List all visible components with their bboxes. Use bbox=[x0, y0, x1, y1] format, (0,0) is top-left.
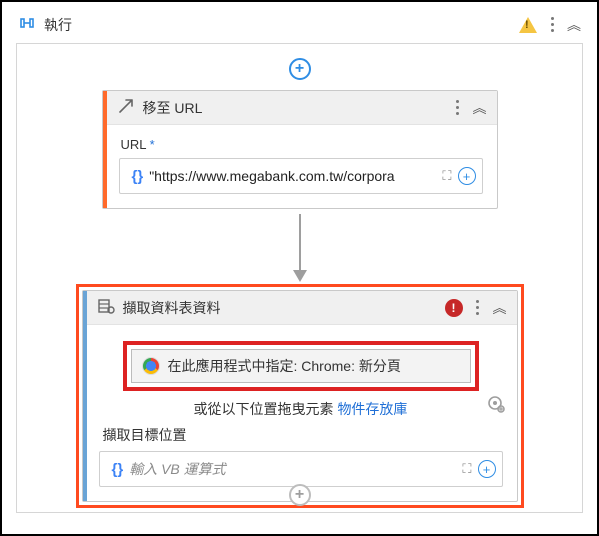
activity-collapse-icon[interactable]: ︽ bbox=[493, 298, 507, 318]
activity-extract-highlight: 擷取資料表資料 ! ︽ 在此應用程式中指定: Chrome: 新分頁 或從以下位… bbox=[76, 284, 524, 508]
drag-hint: 或從以下位置拖曳元素 物件存放庫 bbox=[99, 399, 503, 419]
indicate-target-button[interactable]: 在此應用程式中指定: Chrome: 新分頁 bbox=[131, 349, 471, 383]
extract-table-icon bbox=[97, 297, 115, 318]
indicate-target-highlight: 在此應用程式中指定: Chrome: 新分頁 bbox=[123, 341, 479, 391]
add-activity-top-button[interactable]: + bbox=[289, 58, 311, 80]
collapse-icon[interactable]: ︽ bbox=[567, 15, 581, 35]
activity-body: 在此應用程式中指定: Chrome: 新分頁 或從以下位置拖曳元素 物件存放庫 bbox=[83, 325, 517, 501]
url-field-label: URL * bbox=[121, 137, 483, 152]
extract-target-input[interactable]: {} 輸入 VB 運算式 ⛶ + bbox=[99, 451, 503, 487]
url-value: "https://www.megabank.com.tw/corpora bbox=[149, 168, 436, 184]
extract-target-label: 擷取目標位置 bbox=[103, 425, 503, 445]
braces-icon: {} bbox=[126, 168, 150, 185]
more-menu-icon[interactable] bbox=[545, 17, 559, 32]
activity-header: 擷取資料表資料 ! ︽ bbox=[83, 291, 517, 325]
expand-editor-icon[interactable]: ⛶ bbox=[436, 168, 457, 184]
advanced-editor-icon[interactable]: + bbox=[458, 167, 476, 185]
flow-arrow bbox=[299, 214, 301, 270]
activity-collapse-icon[interactable]: ︽ bbox=[473, 98, 487, 118]
activity-go-to-url[interactable]: 移至 URL ︽ URL * {} "https://www.megabank.… bbox=[102, 90, 498, 209]
target-settings-icon[interactable] bbox=[485, 393, 507, 415]
activity-body: URL * {} "https://www.megabank.com.tw/co… bbox=[103, 125, 497, 208]
chrome-icon bbox=[142, 357, 160, 375]
activity-menu-icon[interactable] bbox=[471, 300, 485, 315]
advanced-editor-icon[interactable]: + bbox=[478, 460, 496, 478]
workflow-panel: 執行 ︽ + 移至 URL ︽ URL * bbox=[0, 0, 599, 536]
go-to-url-icon bbox=[117, 97, 135, 118]
extract-target-placeholder: 輸入 VB 運算式 bbox=[129, 459, 456, 479]
object-repo-link[interactable]: 物件存放庫 bbox=[337, 401, 407, 417]
error-badge-icon[interactable]: ! bbox=[445, 299, 463, 317]
activity-header: 移至 URL ︽ bbox=[103, 91, 497, 125]
activity-extract-table[interactable]: 擷取資料表資料 ! ︽ 在此應用程式中指定: Chrome: 新分頁 或從以下位… bbox=[82, 290, 518, 502]
designer-canvas[interactable]: + 移至 URL ︽ URL * {} "ht bbox=[16, 43, 583, 513]
add-activity-bottom-button[interactable]: + bbox=[289, 484, 311, 506]
flow-arrow-head bbox=[293, 270, 307, 282]
warning-icon[interactable] bbox=[519, 17, 537, 33]
activity-title: 移至 URL bbox=[143, 98, 443, 118]
braces-icon: {} bbox=[106, 461, 130, 478]
sequence-icon bbox=[18, 14, 36, 35]
indicate-target-text: 在此應用程式中指定: Chrome: 新分頁 bbox=[168, 356, 401, 376]
panel-title: 執行 bbox=[44, 15, 511, 35]
activity-menu-icon[interactable] bbox=[451, 100, 465, 115]
url-input[interactable]: {} "https://www.megabank.com.tw/corpora … bbox=[119, 158, 483, 194]
activity-title: 擷取資料表資料 bbox=[123, 298, 437, 318]
expand-editor-icon[interactable]: ⛶ bbox=[456, 461, 477, 477]
panel-header: 執行 ︽ bbox=[16, 10, 583, 43]
